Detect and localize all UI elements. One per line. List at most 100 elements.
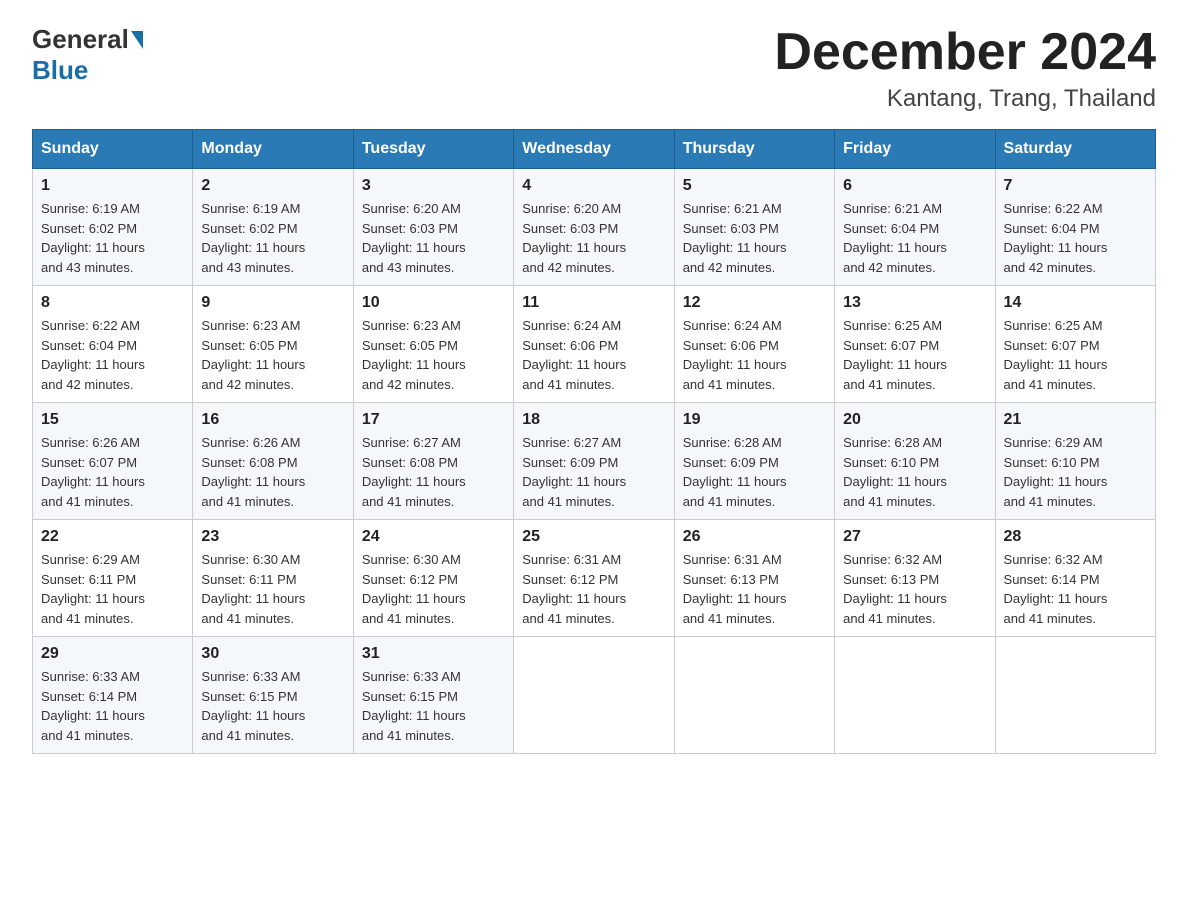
day-info: Sunrise: 6:33 AM Sunset: 6:15 PM Dayligh…	[362, 667, 505, 745]
day-number: 13	[843, 294, 986, 312]
day-info: Sunrise: 6:22 AM Sunset: 6:04 PM Dayligh…	[41, 316, 184, 394]
calendar-cell: 21 Sunrise: 6:29 AM Sunset: 6:10 PM Dayl…	[995, 403, 1155, 520]
calendar-body: 1 Sunrise: 6:19 AM Sunset: 6:02 PM Dayli…	[33, 169, 1156, 754]
calendar-cell: 5 Sunrise: 6:21 AM Sunset: 6:03 PM Dayli…	[674, 169, 834, 286]
calendar-cell: 7 Sunrise: 6:22 AM Sunset: 6:04 PM Dayli…	[995, 169, 1155, 286]
calendar-cell	[995, 637, 1155, 754]
day-number: 12	[683, 294, 826, 312]
day-info: Sunrise: 6:33 AM Sunset: 6:14 PM Dayligh…	[41, 667, 184, 745]
calendar-cell: 29 Sunrise: 6:33 AM Sunset: 6:14 PM Dayl…	[33, 637, 193, 754]
day-number: 18	[522, 411, 665, 429]
day-info: Sunrise: 6:23 AM Sunset: 6:05 PM Dayligh…	[362, 316, 505, 394]
day-number: 19	[683, 411, 826, 429]
day-number: 21	[1004, 411, 1147, 429]
calendar-header: SundayMondayTuesdayWednesdayThursdayFrid…	[33, 130, 1156, 169]
day-info: Sunrise: 6:23 AM Sunset: 6:05 PM Dayligh…	[201, 316, 344, 394]
calendar-cell: 15 Sunrise: 6:26 AM Sunset: 6:07 PM Dayl…	[33, 403, 193, 520]
day-number: 2	[201, 177, 344, 195]
day-number: 3	[362, 177, 505, 195]
calendar-cell: 11 Sunrise: 6:24 AM Sunset: 6:06 PM Dayl…	[514, 286, 674, 403]
calendar-cell: 13 Sunrise: 6:25 AM Sunset: 6:07 PM Dayl…	[835, 286, 995, 403]
logo-general-text: General	[32, 24, 129, 55]
weekday-header-wednesday: Wednesday	[514, 130, 674, 169]
weekday-header-monday: Monday	[193, 130, 353, 169]
weekday-header-row: SundayMondayTuesdayWednesdayThursdayFrid…	[33, 130, 1156, 169]
calendar-cell: 8 Sunrise: 6:22 AM Sunset: 6:04 PM Dayli…	[33, 286, 193, 403]
day-info: Sunrise: 6:27 AM Sunset: 6:09 PM Dayligh…	[522, 433, 665, 511]
weekday-header-friday: Friday	[835, 130, 995, 169]
calendar-cell	[835, 637, 995, 754]
calendar-cell	[514, 637, 674, 754]
day-number: 30	[201, 645, 344, 663]
day-info: Sunrise: 6:30 AM Sunset: 6:11 PM Dayligh…	[201, 550, 344, 628]
day-info: Sunrise: 6:28 AM Sunset: 6:09 PM Dayligh…	[683, 433, 826, 511]
calendar-cell: 2 Sunrise: 6:19 AM Sunset: 6:02 PM Dayli…	[193, 169, 353, 286]
calendar-week-row: 15 Sunrise: 6:26 AM Sunset: 6:07 PM Dayl…	[33, 403, 1156, 520]
day-number: 31	[362, 645, 505, 663]
day-number: 4	[522, 177, 665, 195]
weekday-header-tuesday: Tuesday	[353, 130, 513, 169]
day-number: 7	[1004, 177, 1147, 195]
calendar-cell: 18 Sunrise: 6:27 AM Sunset: 6:09 PM Dayl…	[514, 403, 674, 520]
day-number: 25	[522, 528, 665, 546]
day-info: Sunrise: 6:31 AM Sunset: 6:12 PM Dayligh…	[522, 550, 665, 628]
calendar-cell: 10 Sunrise: 6:23 AM Sunset: 6:05 PM Dayl…	[353, 286, 513, 403]
calendar-cell: 31 Sunrise: 6:33 AM Sunset: 6:15 PM Dayl…	[353, 637, 513, 754]
calendar-cell: 12 Sunrise: 6:24 AM Sunset: 6:06 PM Dayl…	[674, 286, 834, 403]
day-info: Sunrise: 6:25 AM Sunset: 6:07 PM Dayligh…	[1004, 316, 1147, 394]
day-number: 17	[362, 411, 505, 429]
calendar-cell: 28 Sunrise: 6:32 AM Sunset: 6:14 PM Dayl…	[995, 520, 1155, 637]
day-number: 11	[522, 294, 665, 312]
day-number: 29	[41, 645, 184, 663]
page-header: General Blue December 2024 Kantang, Tran…	[32, 24, 1156, 113]
logo-blue-text: Blue	[32, 55, 88, 85]
day-info: Sunrise: 6:29 AM Sunset: 6:11 PM Dayligh…	[41, 550, 184, 628]
day-info: Sunrise: 6:26 AM Sunset: 6:08 PM Dayligh…	[201, 433, 344, 511]
calendar-cell: 23 Sunrise: 6:30 AM Sunset: 6:11 PM Dayl…	[193, 520, 353, 637]
calendar-cell: 14 Sunrise: 6:25 AM Sunset: 6:07 PM Dayl…	[995, 286, 1155, 403]
title-section: December 2024 Kantang, Trang, Thailand	[774, 24, 1156, 113]
day-info: Sunrise: 6:22 AM Sunset: 6:04 PM Dayligh…	[1004, 199, 1147, 277]
calendar-week-row: 22 Sunrise: 6:29 AM Sunset: 6:11 PM Dayl…	[33, 520, 1156, 637]
weekday-header-saturday: Saturday	[995, 130, 1155, 169]
calendar-cell: 16 Sunrise: 6:26 AM Sunset: 6:08 PM Dayl…	[193, 403, 353, 520]
day-number: 6	[843, 177, 986, 195]
day-info: Sunrise: 6:32 AM Sunset: 6:14 PM Dayligh…	[1004, 550, 1147, 628]
day-number: 14	[1004, 294, 1147, 312]
day-info: Sunrise: 6:26 AM Sunset: 6:07 PM Dayligh…	[41, 433, 184, 511]
day-info: Sunrise: 6:19 AM Sunset: 6:02 PM Dayligh…	[41, 199, 184, 277]
calendar-cell: 22 Sunrise: 6:29 AM Sunset: 6:11 PM Dayl…	[33, 520, 193, 637]
day-number: 24	[362, 528, 505, 546]
calendar-cell	[674, 637, 834, 754]
calendar-cell: 25 Sunrise: 6:31 AM Sunset: 6:12 PM Dayl…	[514, 520, 674, 637]
day-info: Sunrise: 6:21 AM Sunset: 6:04 PM Dayligh…	[843, 199, 986, 277]
calendar-cell: 19 Sunrise: 6:28 AM Sunset: 6:09 PM Dayl…	[674, 403, 834, 520]
calendar-cell: 20 Sunrise: 6:28 AM Sunset: 6:10 PM Dayl…	[835, 403, 995, 520]
calendar-week-row: 29 Sunrise: 6:33 AM Sunset: 6:14 PM Dayl…	[33, 637, 1156, 754]
calendar-week-row: 1 Sunrise: 6:19 AM Sunset: 6:02 PM Dayli…	[33, 169, 1156, 286]
day-info: Sunrise: 6:31 AM Sunset: 6:13 PM Dayligh…	[683, 550, 826, 628]
day-number: 23	[201, 528, 344, 546]
calendar-cell: 30 Sunrise: 6:33 AM Sunset: 6:15 PM Dayl…	[193, 637, 353, 754]
day-number: 20	[843, 411, 986, 429]
calendar-week-row: 8 Sunrise: 6:22 AM Sunset: 6:04 PM Dayli…	[33, 286, 1156, 403]
calendar-cell: 1 Sunrise: 6:19 AM Sunset: 6:02 PM Dayli…	[33, 169, 193, 286]
day-info: Sunrise: 6:32 AM Sunset: 6:13 PM Dayligh…	[843, 550, 986, 628]
day-info: Sunrise: 6:28 AM Sunset: 6:10 PM Dayligh…	[843, 433, 986, 511]
calendar-cell: 3 Sunrise: 6:20 AM Sunset: 6:03 PM Dayli…	[353, 169, 513, 286]
day-info: Sunrise: 6:25 AM Sunset: 6:07 PM Dayligh…	[843, 316, 986, 394]
day-info: Sunrise: 6:27 AM Sunset: 6:08 PM Dayligh…	[362, 433, 505, 511]
day-info: Sunrise: 6:30 AM Sunset: 6:12 PM Dayligh…	[362, 550, 505, 628]
day-number: 9	[201, 294, 344, 312]
day-info: Sunrise: 6:19 AM Sunset: 6:02 PM Dayligh…	[201, 199, 344, 277]
day-info: Sunrise: 6:20 AM Sunset: 6:03 PM Dayligh…	[362, 199, 505, 277]
day-info: Sunrise: 6:21 AM Sunset: 6:03 PM Dayligh…	[683, 199, 826, 277]
day-number: 26	[683, 528, 826, 546]
month-title: December 2024	[774, 24, 1156, 81]
day-number: 8	[41, 294, 184, 312]
logo-arrow-icon	[131, 31, 143, 49]
day-number: 5	[683, 177, 826, 195]
day-info: Sunrise: 6:20 AM Sunset: 6:03 PM Dayligh…	[522, 199, 665, 277]
calendar-cell: 4 Sunrise: 6:20 AM Sunset: 6:03 PM Dayli…	[514, 169, 674, 286]
day-number: 22	[41, 528, 184, 546]
